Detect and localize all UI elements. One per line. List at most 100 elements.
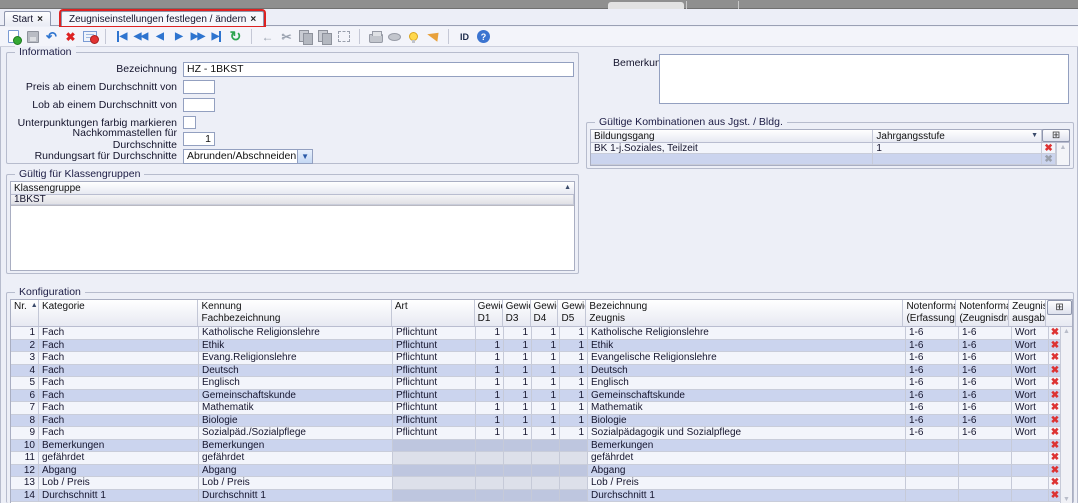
scroll-down-icon[interactable]: ▼ — [1063, 496, 1070, 503]
zeugnis-cell[interactable]: Biologie — [588, 415, 906, 428]
hint-button[interactable] — [404, 28, 423, 46]
back-arrow-button[interactable]: ← — [258, 28, 277, 46]
art-cell[interactable]: Pflichtunt — [393, 327, 476, 340]
nr-cell[interactable]: 12 — [11, 465, 39, 478]
nr-cell[interactable]: 3 — [11, 352, 39, 365]
nf_erf-cell[interactable]: 1-6 — [906, 415, 959, 428]
art-cell[interactable]: Pflichtunt — [393, 402, 476, 415]
d5-cell[interactable]: 1 — [560, 365, 588, 378]
kennung-cell[interactable]: Lob / Preis — [199, 477, 393, 490]
column-header-ausgabe[interactable]: Zeugnis- ausgabe — [1009, 300, 1046, 326]
notification-button[interactable] — [423, 28, 442, 46]
nf_druck-cell[interactable] — [959, 477, 1012, 490]
d5-cell[interactable]: 1 — [560, 352, 588, 365]
cut-button[interactable]: ✂ — [277, 28, 296, 46]
d3-cell[interactable] — [504, 440, 532, 453]
art-cell[interactable]: Pflichtunt — [393, 390, 476, 403]
nf_erf-cell[interactable]: 1-6 — [906, 340, 959, 353]
column-chooser-button[interactable]: ⊞ — [1047, 300, 1072, 315]
d3-cell[interactable]: 1 — [504, 415, 532, 428]
ausgabe-cell[interactable] — [1012, 452, 1049, 465]
bemerkung-textarea[interactable] — [659, 54, 1069, 104]
d3-cell[interactable] — [504, 477, 532, 490]
kategorie-cell[interactable]: Durchschnitt 1 — [39, 490, 199, 503]
kennung-cell[interactable]: Bemerkungen — [199, 440, 393, 453]
art-cell[interactable]: Pflichtunt — [393, 352, 476, 365]
scroll-up-icon[interactable]: ▲ — [1060, 144, 1067, 151]
d1-cell[interactable]: 1 — [476, 377, 504, 390]
kategorie-cell[interactable]: gefährdet — [39, 452, 199, 465]
bildungsgang-cell[interactable]: BK 1-j.Soziales, Teilzeit — [591, 143, 873, 154]
nr-cell[interactable]: 11 — [11, 452, 39, 465]
d1-cell[interactable]: 1 — [476, 327, 504, 340]
d1-cell[interactable] — [476, 490, 504, 503]
d1-cell[interactable]: 1 — [476, 340, 504, 353]
nf_druck-cell[interactable]: 1-6 — [959, 327, 1012, 340]
nf_erf-cell[interactable]: 1-6 — [906, 402, 959, 415]
kennung-cell[interactable]: Sozialpäd./Sozialpflege — [199, 427, 393, 440]
column-header-d3[interactable]: Gewicht D3 — [503, 300, 531, 326]
ausgabe-cell[interactable]: Wort — [1012, 377, 1049, 390]
ausgabe-cell[interactable]: Wort — [1012, 427, 1049, 440]
d4-cell[interactable]: 1 — [532, 340, 560, 353]
d1-cell[interactable]: 1 — [476, 415, 504, 428]
kennung-cell[interactable]: Durchschnitt 1 — [199, 490, 393, 503]
column-header-d5[interactable]: Gewicht D5 — [558, 300, 586, 326]
d1-cell[interactable] — [476, 452, 504, 465]
nf_erf-cell[interactable] — [906, 477, 959, 490]
d4-cell[interactable]: 1 — [532, 377, 560, 390]
kategorie-cell[interactable]: Abgang — [39, 465, 199, 478]
ausgabe-cell[interactable] — [1012, 440, 1049, 453]
column-header-klassengruppe[interactable]: Klassengruppe▲ — [11, 182, 574, 194]
nr-cell[interactable]: 2 — [11, 340, 39, 353]
d3-cell[interactable] — [504, 465, 532, 478]
nf_druck-cell[interactable] — [959, 440, 1012, 453]
kategorie-cell[interactable]: Lob / Preis — [39, 477, 199, 490]
edit-form-button[interactable] — [80, 28, 99, 46]
first-record-button[interactable]: ◀ — [112, 28, 131, 46]
nf_erf-cell[interactable] — [906, 440, 959, 453]
new-record-button[interactable] — [4, 28, 23, 46]
column-header-art[interactable]: Art — [392, 300, 475, 326]
d4-cell[interactable] — [532, 477, 560, 490]
column-header-bildungsgang[interactable]: Bildungsgang — [591, 130, 873, 142]
art-cell[interactable]: Pflichtunt — [393, 340, 476, 353]
nr-cell[interactable]: 6 — [11, 390, 39, 403]
last-record-button[interactable]: ▶ — [207, 28, 226, 46]
nf_erf-cell[interactable] — [906, 490, 959, 503]
d3-cell[interactable] — [504, 452, 532, 465]
art-cell[interactable]: Pflichtunt — [393, 365, 476, 378]
d3-cell[interactable]: 1 — [504, 390, 532, 403]
d4-cell[interactable]: 1 — [532, 402, 560, 415]
d4-cell[interactable]: 1 — [532, 352, 560, 365]
d4-cell[interactable]: 1 — [532, 365, 560, 378]
zeugnis-cell[interactable]: Lob / Preis — [588, 477, 906, 490]
zeugnis-cell[interactable]: Englisch — [588, 377, 906, 390]
column-header-jahrgangsstufe[interactable]: Jahrgangsstufe▼ — [873, 130, 1042, 142]
column-header-zeugnis[interactable]: Bezeichnung Zeugnis — [586, 300, 903, 326]
ausgabe-cell[interactable]: Wort — [1012, 402, 1049, 415]
zeugnis-cell[interactable]: Katholische Religionslehre — [588, 327, 906, 340]
d5-cell[interactable] — [560, 452, 588, 465]
klassengruppe-row[interactable]: 1BKST — [11, 195, 574, 206]
ausgabe-cell[interactable]: Wort — [1012, 415, 1049, 428]
help-button[interactable]: ? — [474, 28, 493, 46]
kategorie-cell[interactable]: Fach — [39, 352, 199, 365]
tab-start[interactable]: Start × — [4, 11, 51, 26]
paste-button[interactable] — [315, 28, 334, 46]
ausgabe-cell[interactable] — [1012, 477, 1049, 490]
kennung-cell[interactable]: Deutsch — [199, 365, 393, 378]
d5-cell[interactable]: 1 — [560, 402, 588, 415]
nf_erf-cell[interactable]: 1-6 — [906, 377, 959, 390]
copy-button[interactable] — [296, 28, 315, 46]
d3-cell[interactable]: 1 — [504, 427, 532, 440]
kategorie-cell[interactable]: Fach — [39, 415, 199, 428]
column-header-nf_erf[interactable]: Notenformat (Erfassung) — [903, 300, 956, 326]
scroll-up-icon[interactable]: ▲ — [1063, 328, 1070, 335]
ausgabe-cell[interactable]: Wort — [1012, 390, 1049, 403]
preis-input[interactable] — [183, 80, 215, 94]
kennung-cell[interactable]: Evang.Religionslehre — [199, 352, 393, 365]
prior-record-button[interactable]: ◀ — [150, 28, 169, 46]
column-header-kategorie[interactable]: Kategorie — [39, 300, 199, 326]
prior-page-button[interactable]: ◀◀ — [131, 28, 150, 46]
